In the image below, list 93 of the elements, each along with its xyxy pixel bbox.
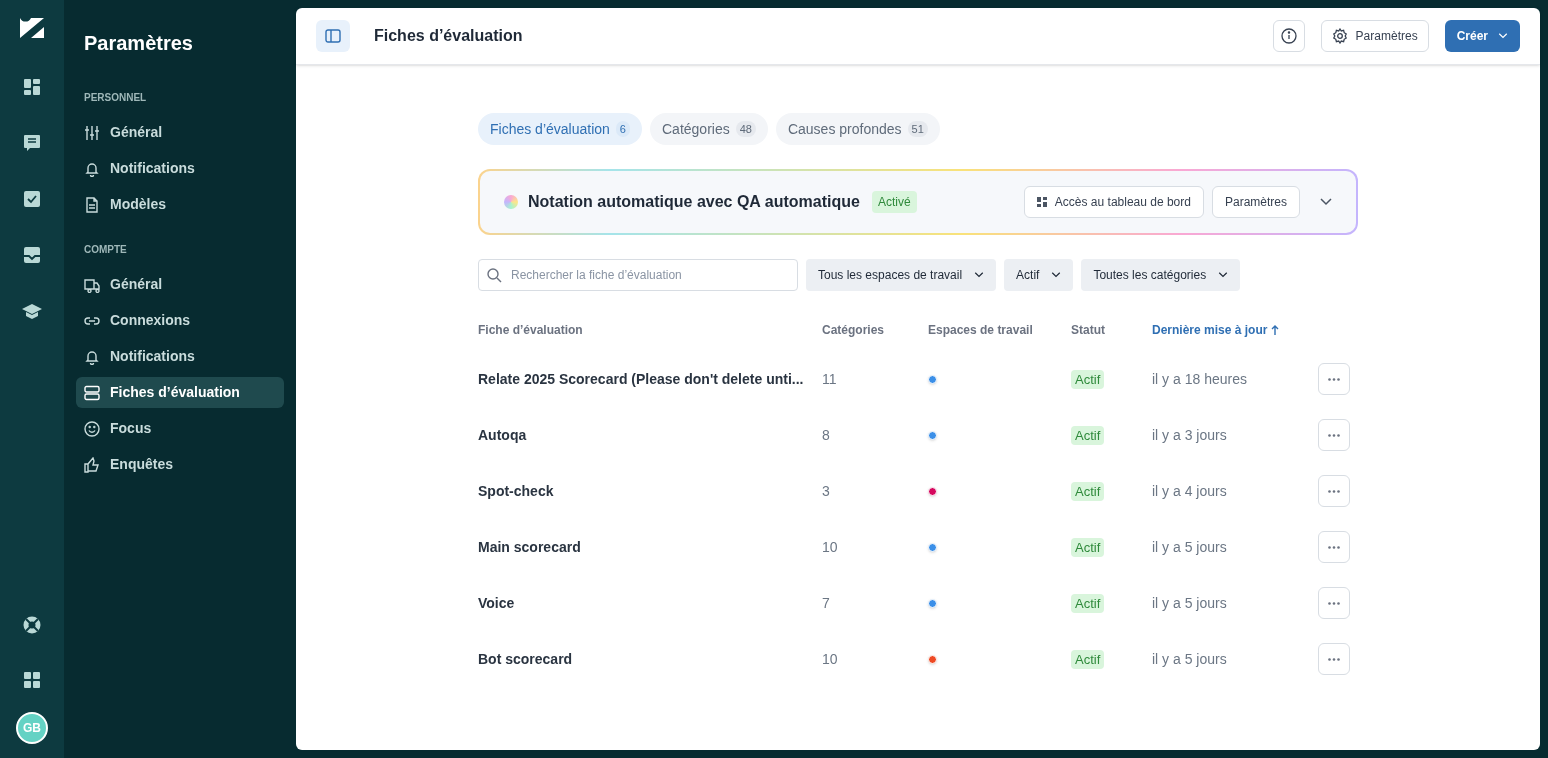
dashboard-icon	[1036, 197, 1047, 207]
checkbox-icon[interactable]	[23, 190, 41, 208]
status-badge: Actif	[1071, 650, 1105, 669]
sidebar-panel-icon	[325, 29, 341, 43]
settings-button[interactable]: Paramètres	[1320, 20, 1429, 52]
chevron-down-icon	[1218, 272, 1229, 278]
status-badge: Actif	[1071, 482, 1105, 501]
filter-dropdown[interactable]: Actif	[1004, 259, 1074, 291]
sort-ascending-icon	[1271, 325, 1280, 335]
dashboard-button[interactable]: Accès au tableau de bord	[1023, 186, 1204, 218]
nav-item[interactable]: Enquêtes	[76, 449, 284, 480]
filter-dropdown[interactable]: Toutes les catégories	[1081, 259, 1241, 291]
tab[interactable]: Fiches d’évaluation 6	[478, 113, 642, 145]
scorecard-name: Relate 2025 Scorecard (Please don't delete unti...	[478, 371, 804, 387]
banner-settings-button[interactable]: Paramètres	[1211, 186, 1300, 218]
chevron-down-icon	[1498, 33, 1508, 39]
nav-item[interactable]: Général	[76, 117, 284, 148]
status-badge: Actif	[1071, 426, 1105, 445]
column-header[interactable]: Catégories	[822, 321, 885, 339]
nav-icon	[84, 124, 100, 141]
lifebuoy-icon[interactable]	[23, 616, 41, 634]
tab-count: 48	[735, 120, 756, 138]
section-label: COMPTE	[83, 243, 128, 257]
tab[interactable]: Catégories 48	[650, 113, 768, 145]
nav-icon	[84, 456, 100, 473]
more-icon	[1328, 657, 1340, 661]
column-header[interactable]: Fiche d’évaluation	[478, 321, 583, 339]
chevron-down-icon	[974, 272, 985, 278]
scorecard-name: Voice	[478, 595, 515, 611]
column-header[interactable]: Dernière mise à jour	[1152, 321, 1280, 339]
sidebar-toggle-button[interactable]	[316, 20, 350, 52]
banner-title: Notation automatique avec QA automatique	[528, 192, 860, 212]
nav-item[interactable]: Focus	[76, 413, 284, 444]
inbox-icon[interactable]	[23, 246, 41, 264]
graduation-cap-icon[interactable]	[22, 302, 42, 320]
tab-count: 51	[907, 120, 928, 138]
nav-item[interactable]: Fiches d’évaluation	[76, 377, 284, 408]
chat-icon[interactable]	[23, 134, 41, 152]
nav-item[interactable]: Modèles	[76, 189, 284, 220]
nav-item[interactable]: Général	[76, 269, 284, 300]
nav-icon	[84, 160, 100, 177]
logo-icon[interactable]	[20, 18, 44, 38]
tab-count: 6	[615, 120, 630, 138]
nav-icon	[84, 276, 100, 293]
chevron-down-icon	[1051, 272, 1062, 278]
more-icon	[1328, 433, 1340, 437]
last-updated: il y a 5 jours	[1152, 595, 1227, 611]
category-count: 10	[822, 651, 838, 667]
category-count: 10	[822, 539, 838, 555]
settings-icon	[1331, 28, 1348, 44]
category-count: 3	[822, 483, 830, 499]
apps-grid-icon[interactable]	[24, 672, 40, 688]
chevron-down-icon[interactable]	[1320, 198, 1332, 206]
last-updated: il y a 18 heures	[1152, 371, 1247, 387]
info-icon	[1280, 28, 1297, 44]
section-label: PERSONNEL	[83, 91, 148, 105]
nav-icon	[84, 196, 100, 213]
status-badge: Activé	[871, 191, 917, 213]
column-header[interactable]: Statut	[1071, 321, 1105, 339]
scorecard-name: Autoqa	[478, 427, 527, 443]
category-count: 7	[822, 595, 830, 611]
category-count: 8	[822, 427, 830, 443]
more-icon	[1328, 545, 1340, 549]
column-header[interactable]: Espaces de travail	[928, 321, 1033, 339]
nav-item[interactable]: Connexions	[76, 305, 284, 336]
last-updated: il y a 4 jours	[1152, 483, 1227, 499]
scorecard-name: Bot scorecard	[478, 651, 573, 667]
status-badge: Actif	[1071, 538, 1105, 557]
status-badge: Actif	[1071, 594, 1105, 613]
more-icon	[1328, 377, 1340, 381]
create-button[interactable]: Créer	[1444, 20, 1520, 52]
more-icon	[1328, 601, 1340, 605]
category-count: 11	[822, 371, 837, 387]
nav-icon	[84, 348, 100, 365]
last-updated: il y a 3 jours	[1152, 427, 1227, 443]
nav-icon	[84, 420, 100, 437]
status-badge: Actif	[1071, 370, 1105, 389]
page-title: Fiches d’évaluation	[374, 26, 524, 46]
filter-dropdown[interactable]: Tous les espaces de travail	[806, 259, 997, 291]
scorecard-name: Main scorecard	[478, 539, 581, 555]
nav-item[interactable]: Notifications	[76, 341, 284, 372]
settings-title: Paramètres	[83, 31, 194, 56]
last-updated: il y a 5 jours	[1152, 651, 1227, 667]
last-updated: il y a 5 jours	[1152, 539, 1227, 555]
search-icon	[486, 267, 502, 283]
nav-icon	[84, 384, 100, 401]
dashboard-icon[interactable]	[23, 78, 41, 96]
scorecard-name: Spot-check	[478, 483, 554, 499]
info-button[interactable]	[1272, 20, 1305, 52]
tab[interactable]: Causes profondes 51	[775, 113, 940, 145]
nav-item[interactable]: Notifications	[76, 153, 284, 184]
more-icon	[1328, 489, 1340, 493]
search-field[interactable]: Rechercher la fiche d’évaluation	[478, 259, 798, 291]
